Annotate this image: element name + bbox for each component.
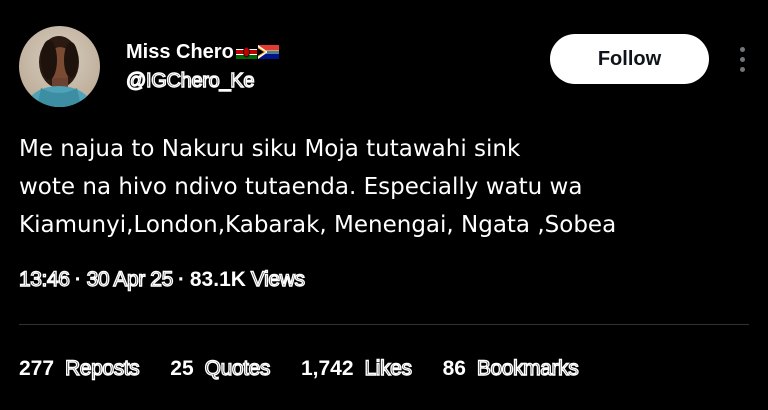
kenya-flag-icon: [235, 45, 257, 59]
quotes-count: 25: [170, 357, 194, 380]
more-vertical-icon-dot: [739, 46, 745, 52]
quotes-label: Quotes: [204, 356, 271, 380]
reposts-count: 277: [19, 357, 55, 380]
separator: ·: [74, 268, 82, 291]
tweet-meta: 13:46 · 30 Apr 25 · 83.1K Views: [18, 266, 305, 294]
follow-button[interactable]: Follow: [550, 34, 709, 84]
flags: [235, 45, 279, 59]
tweet-date[interactable]: 30 Apr 25: [86, 266, 174, 294]
display-name-text: Miss Chero: [126, 41, 234, 63]
likes-label: Likes: [364, 356, 413, 380]
views-label: Views: [250, 267, 305, 291]
tweet-time[interactable]: 13:46: [18, 266, 70, 294]
quotes-stat[interactable]: 25 Quotes: [170, 355, 271, 383]
user-handle[interactable]: @IGChero_Ke: [125, 69, 255, 93]
engagement-stats: 277 Reposts 25 Quotes 1,742 Likes 86 Boo…: [19, 355, 609, 383]
more-vertical-icon-dot: [739, 56, 745, 62]
likes-stat[interactable]: 1,742 Likes: [300, 355, 413, 383]
likes-count: 1,742: [300, 357, 354, 380]
reposts-label: Reposts: [64, 356, 140, 380]
tweet-text-line: Me najua to Nakuru siku Moja tutawahi si…: [19, 136, 521, 162]
display-name[interactable]: Miss Chero: [126, 40, 279, 64]
divider: [19, 324, 749, 325]
south-africa-flag-icon: [257, 45, 279, 59]
more-options-button[interactable]: [733, 42, 751, 76]
views-count: 83.1K: [189, 268, 246, 291]
tweet-text-line: wote na hivo ndivo tutaenda. Especially …: [19, 174, 583, 200]
tweet-text-line: Kiamunyi,London,Kabarak, Menengai, Ngata…: [19, 212, 617, 238]
bookmarks-count: 86: [442, 357, 466, 380]
bookmarks-stat[interactable]: 86 Bookmarks: [442, 355, 580, 383]
separator: ·: [177, 268, 185, 291]
bookmarks-label: Bookmarks: [476, 356, 579, 380]
tweet-text: Me najua to Nakuru siku Moja tutawahi si…: [19, 130, 749, 244]
avatar[interactable]: [19, 26, 100, 107]
reposts-stat[interactable]: 277 Reposts: [19, 355, 140, 383]
more-vertical-icon-dot: [739, 66, 745, 72]
profile-photo: [19, 26, 100, 107]
